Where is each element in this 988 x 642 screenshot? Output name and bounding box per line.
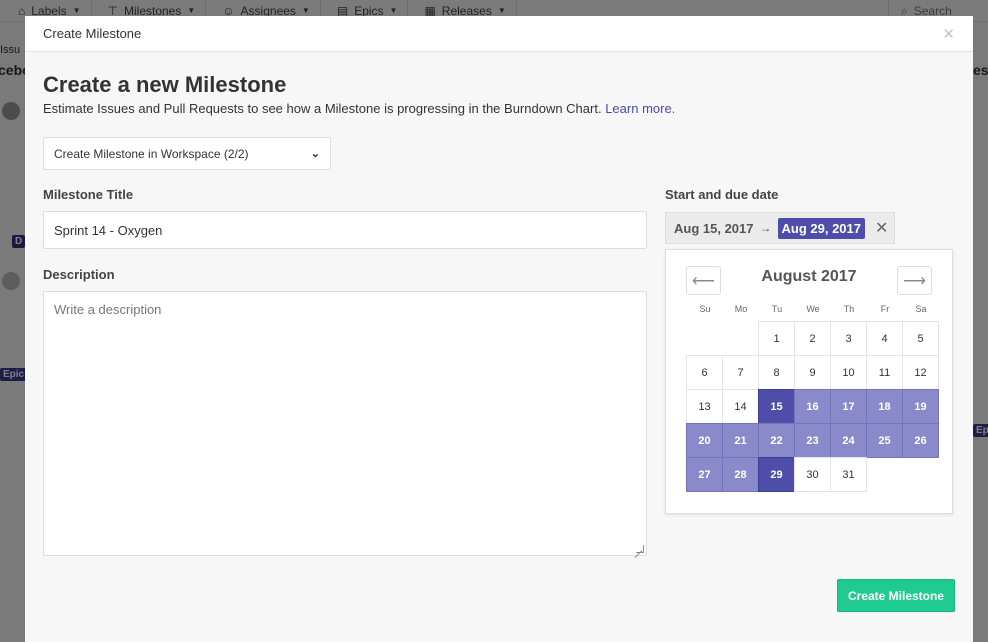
weekday-label: Th [843, 304, 855, 314]
calendar-day[interactable]: 13 [686, 389, 723, 424]
modal-header: Create Milestone ✕ [25, 16, 973, 52]
calendar-day[interactable]: 16 [794, 389, 831, 424]
calendar-day[interactable]: 14 [722, 389, 759, 424]
calendar-day[interactable]: 1 [758, 321, 795, 356]
calendar-day[interactable]: 27 [686, 457, 723, 492]
calendar-day[interactable]: 29 [758, 457, 795, 492]
learn-more-link[interactable]: Learn more. [605, 101, 675, 116]
arrow-right-icon: ⟶ [903, 272, 926, 290]
page-title: Create a new Milestone [43, 72, 287, 97]
calendar-day[interactable]: 18 [866, 389, 903, 424]
calendar: ⟵ August 2017 ⟶ Su Mo Tu We Th Fr Sa 123… [665, 249, 953, 514]
description-textarea[interactable]: Write a description [43, 291, 647, 556]
calendar-day[interactable]: 9 [794, 355, 831, 390]
calendar-day[interactable]: 31 [830, 457, 867, 492]
create-milestone-button[interactable]: Create Milestone [837, 579, 955, 612]
milestone-title-input[interactable]: Sprint 14 - Oxygen [43, 211, 647, 249]
description-label: Description [43, 267, 115, 282]
description-placeholder: Write a description [54, 302, 162, 317]
chevron-down-icon: ⌄ [310, 148, 320, 160]
next-month-button[interactable]: ⟶ [897, 266, 932, 295]
calendar-day[interactable]: 24 [830, 423, 867, 458]
title-label: Milestone Title [43, 187, 134, 202]
calendar-day[interactable]: 30 [794, 457, 831, 492]
calendar-day[interactable]: 6 [686, 355, 723, 390]
weekday-label: Sa [915, 304, 927, 314]
clear-dates-icon[interactable]: ✕ [875, 218, 888, 238]
calendar-day[interactable]: 4 [866, 321, 903, 356]
workspace-select[interactable]: Create Milestone in Workspace (2/2) ⌄ [43, 137, 331, 170]
calendar-day[interactable]: 20 [686, 423, 723, 458]
calendar-day[interactable]: 5 [902, 321, 939, 356]
weekday-label: We [806, 304, 820, 314]
subheading: Estimate Issues and Pull Requests to see… [43, 101, 675, 116]
calendar-day[interactable]: 17 [830, 389, 867, 424]
end-date[interactable]: Aug 29, 2017 [777, 217, 865, 239]
calendar-day[interactable]: 22 [758, 423, 795, 458]
weekday-header: Su Mo Tu We Th Fr Sa [687, 304, 939, 314]
calendar-blank-cell [686, 321, 723, 356]
calendar-blank-cell [722, 321, 759, 356]
calendar-day[interactable]: 25 [866, 423, 903, 458]
start-date[interactable]: Aug 15, 2017 [674, 221, 754, 236]
date-label: Start and due date [665, 187, 779, 202]
close-icon[interactable]: ✕ [942, 25, 955, 43]
calendar-day[interactable]: 2 [794, 321, 831, 356]
weekday-label: Su [699, 304, 711, 314]
calendar-day[interactable]: 11 [866, 355, 903, 390]
weekday-label: Mo [734, 304, 748, 314]
calendar-day[interactable]: 28 [722, 457, 759, 492]
date-range-display[interactable]: Aug 15, 2017 → Aug 29, 2017 ✕ [665, 212, 896, 244]
calendar-day[interactable]: 3 [830, 321, 867, 356]
workspace-select-value: Create Milestone in Workspace (2/2) [54, 146, 249, 161]
weekday-label: Tu [771, 304, 783, 314]
calendar-day[interactable]: 23 [794, 423, 831, 458]
calendar-day[interactable]: 10 [830, 355, 867, 390]
arrow-right-icon: → [759, 221, 772, 235]
calendar-day[interactable]: 21 [722, 423, 759, 458]
calendar-day[interactable]: 15 [758, 389, 795, 424]
calendar-day[interactable]: 26 [902, 423, 939, 458]
calendar-grid: 1 2 3 4 5 6 7 8 9 10 11 12 13 14 15 16 17 18 19 20 21 22 23 24 2… [686, 321, 939, 492]
calendar-day[interactable]: 19 [902, 389, 939, 424]
subheading-text: Estimate Issues and Pull Requests to see… [43, 101, 602, 116]
modal-title: Create Milestone [43, 26, 142, 41]
calendar-day[interactable]: 8 [758, 355, 795, 390]
resize-handle[interactable] [636, 545, 644, 553]
calendar-day[interactable]: 12 [902, 355, 939, 390]
weekday-label: Fr [880, 304, 890, 314]
calendar-day[interactable]: 7 [722, 355, 759, 390]
create-milestone-modal: Create Milestone ✕ Create a new Mileston… [25, 16, 973, 642]
